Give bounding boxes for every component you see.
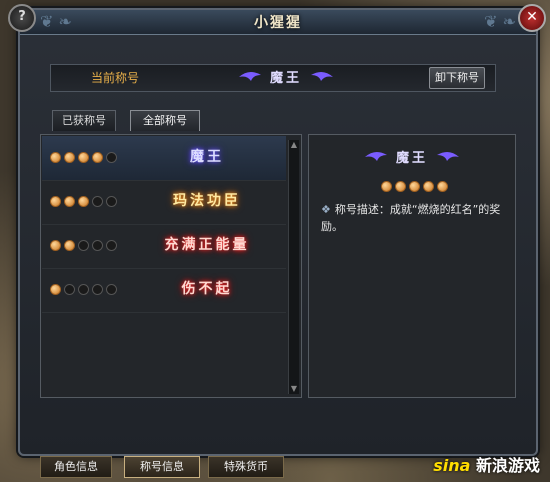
purple-wing-icon: 魔王 <box>365 150 459 166</box>
title-row[interactable]: 魔王 <box>42 136 286 181</box>
current-title-bar: 当前称号 魔王 卸下称号 <box>50 64 496 92</box>
title-bar: ❦ ❧ 小猩猩 ❦ ❧ <box>20 10 536 35</box>
star-rating <box>50 240 117 251</box>
watermark: sina 新浪游戏 <box>433 452 540 476</box>
scroll-up-icon[interactable]: ▲ <box>289 140 299 150</box>
title-row[interactable]: 充满正能量 <box>42 224 286 269</box>
title-row[interactable]: 伤不起 <box>42 268 286 313</box>
tab-character-info[interactable]: 角色信息 <box>40 456 112 478</box>
current-title-text: 魔王 <box>270 70 302 86</box>
title-detail-panel: 魔王 ❖ 称号描述：成就“燃烧的红名”的奖励。 <box>308 134 516 398</box>
close-button[interactable]: ✕ <box>518 4 546 32</box>
unequip-title-button[interactable]: 卸下称号 <box>429 67 485 89</box>
title-description: ❖ 称号描述：成就“燃烧的红名”的奖励。 <box>321 201 507 235</box>
detail-title-text: 魔王 <box>396 150 428 166</box>
scroll-down-icon[interactable]: ▼ <box>289 384 299 394</box>
description-text: 称号描述：成就“燃烧的红名”的奖励。 <box>321 203 501 233</box>
title-badge: 玛法功臣 <box>173 193 241 209</box>
detail-title-badge: 魔王 <box>357 145 467 169</box>
title-badge: 充满正能量 <box>164 237 250 253</box>
watermark-text: 新浪游戏 <box>475 456 540 475</box>
tab-special-currency[interactable]: 特殊货币 <box>208 456 284 478</box>
star-rating <box>50 284 117 295</box>
title-row[interactable]: 玛法功臣 <box>42 180 286 225</box>
right-ornament-icon: ❦ ❧ <box>484 12 516 31</box>
title-badge: 伤不起 <box>181 281 233 297</box>
bullet-icon: ❖ <box>321 203 331 216</box>
title-badge: 魔王 <box>190 149 224 165</box>
watermark-brand: sina <box>433 456 471 475</box>
current-title-badge: 魔王 <box>231 66 341 88</box>
tab-title-info[interactable]: 称号信息 <box>124 456 200 478</box>
purple-wing-icon: 魔王 <box>239 70 333 86</box>
star-rating <box>50 196 117 207</box>
tab-all-titles[interactable]: 全部称号 <box>130 110 200 131</box>
star-rating <box>50 152 117 163</box>
list-scrollbar[interactable]: ▲ ▼ <box>288 140 299 394</box>
help-button[interactable]: ? <box>8 4 36 32</box>
tab-obtained-titles[interactable]: 已获称号 <box>52 110 116 131</box>
current-title-label: 当前称号 <box>91 71 140 85</box>
detail-star-rating <box>381 181 448 192</box>
